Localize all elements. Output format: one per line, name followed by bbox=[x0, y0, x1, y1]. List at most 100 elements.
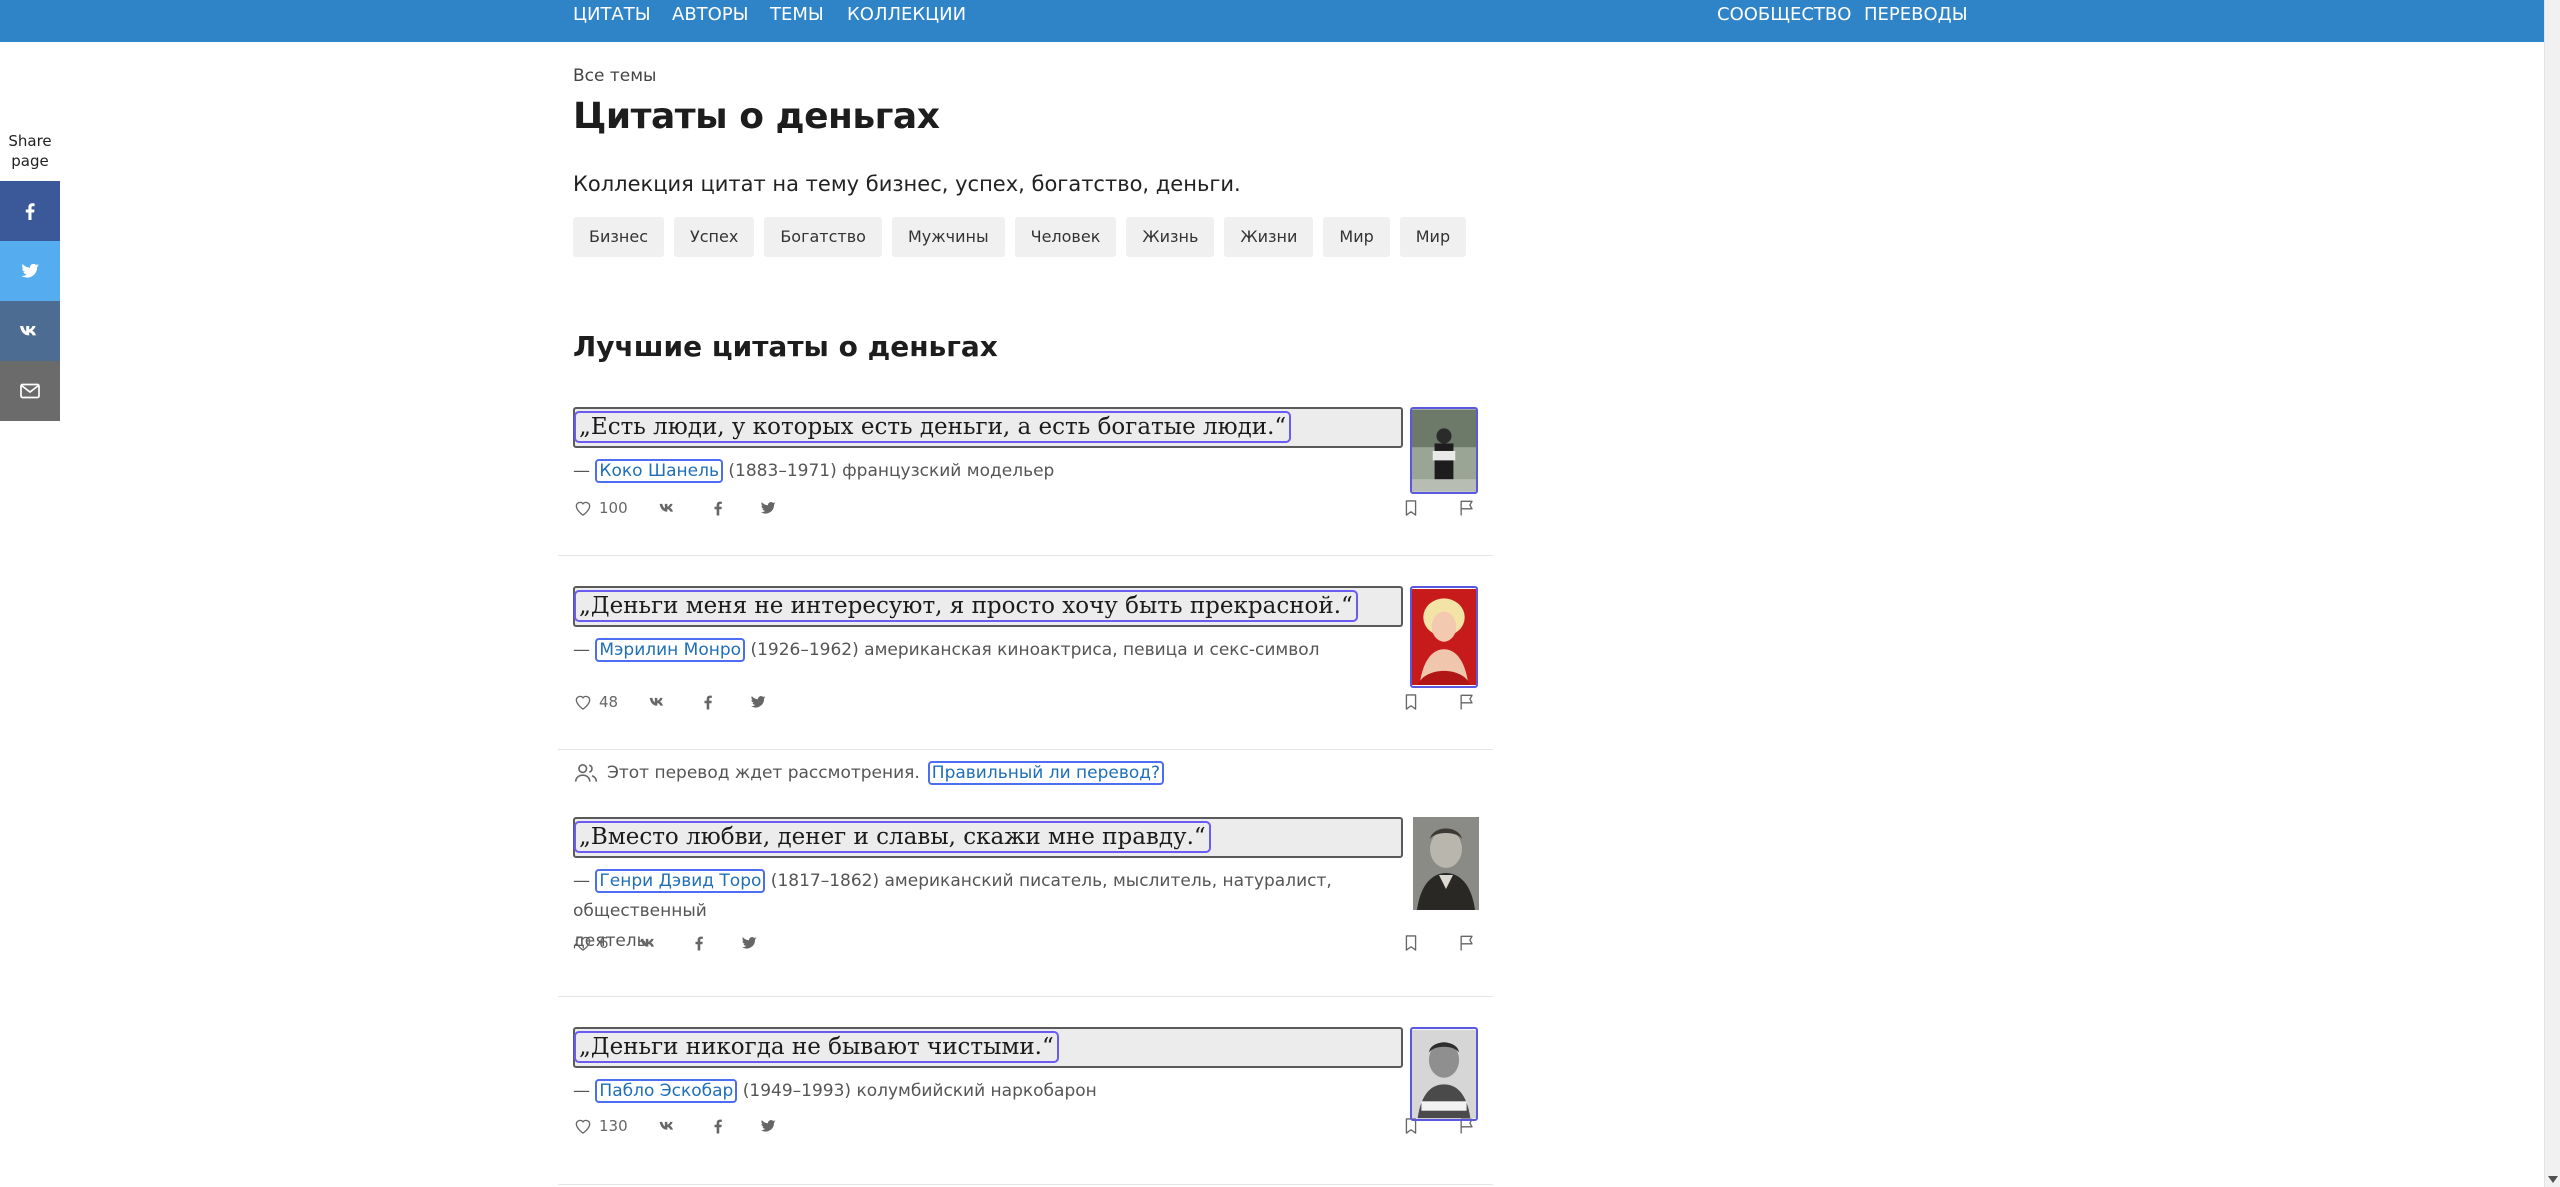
share-facebook-button[interactable] bbox=[0, 181, 60, 241]
quote-card: Этот перевод ждет рассмотрения. Правильн… bbox=[558, 750, 1493, 997]
twitter-icon bbox=[21, 263, 39, 278]
twitter-icon bbox=[758, 1116, 778, 1136]
share-vk-small-button[interactable] bbox=[658, 1116, 678, 1136]
scroll-down-arrow-icon[interactable] bbox=[2548, 1176, 2558, 1183]
page-description: Коллекция цитат на тему бизнес, успех, б… bbox=[573, 172, 1241, 196]
share-twitter-button[interactable] bbox=[0, 241, 60, 301]
heart-icon bbox=[573, 692, 593, 712]
share-vk-small-button[interactable] bbox=[648, 692, 668, 712]
nav-community[interactable]: СООБЩЕСТВО bbox=[1717, 4, 1851, 25]
author-link[interactable]: Коко Шанель bbox=[595, 459, 724, 483]
nav-authors[interactable]: АВТОРЫ bbox=[672, 4, 749, 25]
author-photo[interactable] bbox=[1410, 407, 1478, 494]
quote-actions: 100 bbox=[573, 498, 778, 518]
author-photo[interactable] bbox=[1413, 817, 1479, 910]
quote-text[interactable]: „Деньги никогда не бывают чистыми.“ bbox=[573, 1027, 1403, 1068]
tag-success[interactable]: Успех bbox=[673, 217, 755, 257]
share-twitter-small-button[interactable] bbox=[758, 498, 778, 518]
bookmark-button[interactable] bbox=[1401, 498, 1421, 518]
share-facebook-small-button[interactable] bbox=[698, 692, 718, 712]
share-vk-button[interactable] bbox=[0, 301, 60, 361]
tag-life[interactable]: Жизнь bbox=[1126, 217, 1215, 257]
nav-translations[interactable]: ПЕРЕВОДЫ bbox=[1864, 4, 1968, 25]
tag-world-2[interactable]: Мир bbox=[1399, 217, 1467, 257]
quote-right-actions bbox=[1401, 498, 1477, 518]
quote-actions: 6 bbox=[573, 933, 759, 953]
quote-right-actions bbox=[1401, 933, 1477, 953]
twitter-icon bbox=[739, 933, 759, 953]
breadcrumb-all-topics[interactable]: Все темы bbox=[573, 66, 656, 86]
share-facebook-small-button[interactable] bbox=[689, 933, 709, 953]
flag-icon bbox=[1457, 933, 1477, 953]
share-email-button[interactable] bbox=[0, 361, 60, 421]
page-title: Цитаты о деньгах bbox=[573, 96, 940, 137]
tag-men[interactable]: Мужчины bbox=[891, 217, 1005, 257]
author-portrait-image bbox=[1412, 589, 1476, 685]
nav-quotes[interactable]: ЦИТАТЫ bbox=[573, 4, 651, 25]
author-link[interactable]: Генри Дэвид Торо bbox=[595, 869, 766, 893]
like-button[interactable]: 6 bbox=[573, 933, 609, 953]
report-button[interactable] bbox=[1457, 692, 1477, 712]
quote-card: „Деньги меня не интересуют, я просто хоч… bbox=[558, 556, 1493, 750]
vk-icon bbox=[658, 498, 678, 518]
share-twitter-small-button[interactable] bbox=[748, 692, 768, 712]
report-button[interactable] bbox=[1457, 933, 1477, 953]
bookmark-button[interactable] bbox=[1401, 692, 1421, 712]
section-title: Лучшие цитаты о деньгах bbox=[573, 330, 998, 363]
quote-actions: 48 bbox=[573, 692, 768, 712]
share-vk-small-button[interactable] bbox=[658, 498, 678, 518]
share-facebook-small-button[interactable] bbox=[708, 498, 728, 518]
vk-icon bbox=[639, 933, 659, 953]
like-count: 6 bbox=[599, 934, 609, 952]
report-button[interactable] bbox=[1457, 498, 1477, 518]
bookmark-button[interactable] bbox=[1401, 933, 1421, 953]
bookmark-icon bbox=[1401, 933, 1421, 953]
bookmark-icon bbox=[1401, 692, 1421, 712]
nav-collections[interactable]: КОЛЛЕКЦИИ bbox=[847, 4, 966, 25]
author-line: — Мэрилин Монро (1926–1962) американская… bbox=[573, 638, 1320, 662]
flag-icon bbox=[1457, 498, 1477, 518]
author-photo[interactable] bbox=[1410, 586, 1478, 688]
heart-icon bbox=[573, 498, 593, 518]
tag-world[interactable]: Мир bbox=[1323, 217, 1390, 257]
vk-icon bbox=[658, 1116, 678, 1136]
quote-card: „Есть люди, у которых есть деньги, а ест… bbox=[558, 394, 1493, 556]
share-twitter-small-button[interactable] bbox=[739, 933, 759, 953]
vk-icon bbox=[20, 326, 36, 336]
facebook-icon bbox=[708, 1116, 728, 1136]
like-button[interactable]: 130 bbox=[573, 1116, 628, 1136]
twitter-icon bbox=[748, 692, 768, 712]
tag-human[interactable]: Человек bbox=[1014, 217, 1117, 257]
like-count: 100 bbox=[599, 499, 628, 517]
mail-icon bbox=[20, 383, 40, 399]
author-link[interactable]: Пабло Эскобар bbox=[595, 1079, 738, 1103]
author-link[interactable]: Мэрилин Монро bbox=[595, 638, 746, 662]
facebook-icon bbox=[25, 203, 35, 220]
heart-icon bbox=[573, 1116, 593, 1136]
author-line: — Коко Шанель (1883–1971) французский мо… bbox=[573, 459, 1055, 483]
like-button[interactable]: 48 bbox=[573, 692, 618, 712]
vk-icon bbox=[648, 692, 668, 712]
author-portrait-image bbox=[1412, 1029, 1476, 1119]
vertical-scrollbar[interactable] bbox=[2544, 0, 2560, 1187]
tag-wealth[interactable]: Богатство bbox=[764, 217, 882, 257]
like-count: 48 bbox=[599, 693, 619, 711]
translation-check-link[interactable]: Правильный ли перевод? bbox=[927, 761, 1165, 785]
nav-topics[interactable]: ТЕМЫ bbox=[770, 4, 824, 25]
share-facebook-small-button[interactable] bbox=[708, 1116, 728, 1136]
like-button[interactable]: 100 bbox=[573, 498, 628, 518]
author-portrait-image bbox=[1412, 409, 1476, 492]
quote-text[interactable]: „Деньги меня не интересуют, я просто хоч… bbox=[573, 586, 1403, 627]
quote-text[interactable]: „Есть люди, у которых есть деньги, а ест… bbox=[573, 407, 1403, 448]
translation-review-notice: Этот перевод ждет рассмотрения. Правильн… bbox=[573, 760, 1165, 786]
tag-business[interactable]: Бизнес bbox=[573, 217, 664, 257]
flag-icon bbox=[1457, 692, 1477, 712]
facebook-icon bbox=[698, 692, 718, 712]
twitter-icon bbox=[758, 498, 778, 518]
like-count: 130 bbox=[599, 1117, 628, 1135]
author-photo[interactable] bbox=[1410, 1027, 1478, 1121]
tag-lives[interactable]: Жизни bbox=[1224, 217, 1314, 257]
quote-text[interactable]: „Вместо любви, денег и славы, скажи мне … bbox=[573, 817, 1403, 858]
share-twitter-small-button[interactable] bbox=[758, 1116, 778, 1136]
share-vk-small-button[interactable] bbox=[639, 933, 659, 953]
